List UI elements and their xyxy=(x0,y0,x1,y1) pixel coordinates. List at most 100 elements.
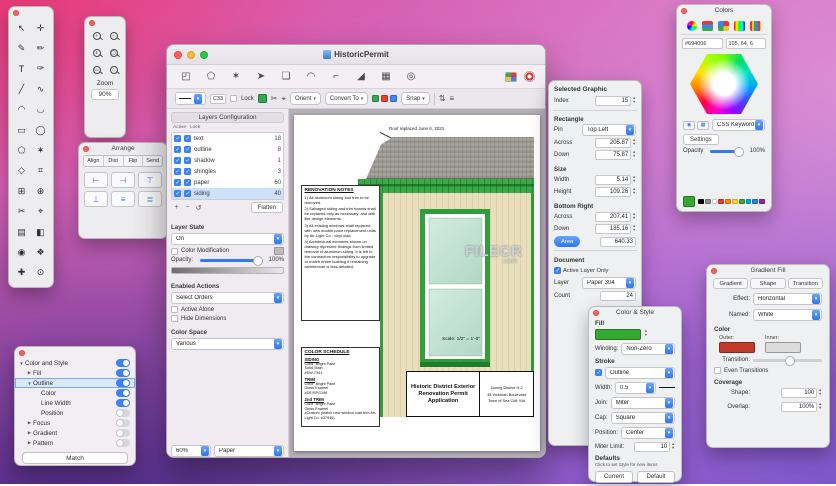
layer-row[interactable]: siding 40 xyxy=(172,188,283,199)
fill-color-chip[interactable] xyxy=(257,94,267,103)
disclosure-triangle-icon[interactable]: ▼ xyxy=(18,361,25,366)
toolbar-icon-button[interactable]: ⌖ xyxy=(281,94,286,104)
match-row[interactable]: ▶ Fill xyxy=(15,368,135,378)
toolbar-tool-button[interactable]: ◎ xyxy=(402,68,420,85)
rgb-field[interactable]: 105, 64, 6 xyxy=(725,38,766,49)
even-transitions-checkbox[interactable] xyxy=(714,367,721,374)
hide-dimensions-checkbox[interactable] xyxy=(171,315,178,322)
layer-action-icon[interactable]: + xyxy=(172,204,181,212)
color-sliders-icon[interactable] xyxy=(702,21,713,31)
layer-active-checkbox[interactable] xyxy=(174,135,181,142)
stroke-style-dropdown[interactable]: ▾ xyxy=(175,92,206,105)
toolbar-icon-button[interactable]: ⇅ xyxy=(439,94,446,103)
stepper[interactable]: ▲ ▼ xyxy=(818,402,822,411)
opacity-slider[interactable] xyxy=(200,256,263,266)
transition-slider[interactable] xyxy=(753,356,822,366)
align-button[interactable]: ≣ xyxy=(138,191,162,207)
color-chip[interactable] xyxy=(372,95,380,102)
toolbar-tool-button[interactable]: ⌐ xyxy=(327,68,345,85)
default-button[interactable]: Default xyxy=(637,470,675,483)
layer-row[interactable]: shingles 3 xyxy=(172,166,283,177)
tool-button[interactable]: ⬠ xyxy=(12,140,31,160)
outline-dropdown[interactable]: Outline ▾ xyxy=(605,366,675,379)
toolbar-tool-button[interactable]: ◠ xyxy=(302,68,320,85)
color-palette-icon[interactable] xyxy=(718,21,729,31)
disclosure-triangle-icon[interactable]: ▶ xyxy=(26,420,33,426)
active-layer-only-checkbox[interactable] xyxy=(554,267,561,275)
tool-button[interactable]: ∿ xyxy=(31,79,50,99)
disclosure-triangle-icon[interactable]: ▶ xyxy=(26,440,33,446)
current-color-swatch[interactable] xyxy=(683,196,696,207)
layer-lock-checkbox[interactable] xyxy=(184,190,191,197)
align-button[interactable]: ⊢ xyxy=(84,172,108,188)
zoom-tool-button[interactable]: + xyxy=(88,28,105,43)
index-value[interactable]: 15 xyxy=(595,96,632,107)
tool-button[interactable]: ◉ xyxy=(12,242,31,262)
match-toggle[interactable] xyxy=(116,399,130,407)
align-button[interactable]: ⊣ xyxy=(111,172,135,188)
color-grid-icon[interactable] xyxy=(505,71,517,82)
tool-button[interactable]: ◡ xyxy=(31,100,50,120)
color-swatch[interactable] xyxy=(725,198,732,205)
close-button[interactable] xyxy=(174,50,182,59)
named-dropdown[interactable]: White ▾ xyxy=(753,309,822,321)
lock-checkbox[interactable] xyxy=(230,95,238,102)
color-swatch[interactable] xyxy=(718,198,725,205)
orient-dropdown[interactable]: Orient ▾ xyxy=(290,92,321,105)
tool-button[interactable]: ◯ xyxy=(31,120,50,140)
match-row[interactable]: ▼ Outline xyxy=(15,378,135,388)
color-hexagon-picker[interactable] xyxy=(690,54,758,114)
tool-button[interactable]: ↖ xyxy=(12,18,31,38)
layer-lock-checkbox[interactable] xyxy=(184,179,191,186)
tool-button[interactable]: ✚ xyxy=(12,263,31,283)
match-button[interactable]: Match xyxy=(22,452,128,464)
view-mode-dropdown[interactable]: Paper ▾ xyxy=(214,445,284,457)
toolbar-tool-button[interactable]: ▦ xyxy=(377,68,395,85)
color-chip[interactable] xyxy=(390,95,398,102)
fill-color-swatch[interactable] xyxy=(595,328,641,340)
layer-active-checkbox[interactable] xyxy=(174,190,181,197)
css-keyword-dropdown[interactable]: CSS Keyword ▾ xyxy=(712,119,765,131)
layer-action-icon[interactable]: − xyxy=(183,204,192,212)
style-code-box[interactable]: C33 xyxy=(210,93,227,104)
gradient-tab[interactable]: Transition xyxy=(787,278,823,289)
stepper[interactable]: ▲ ▼ xyxy=(632,151,636,159)
layer-lock-checkbox[interactable] xyxy=(184,168,191,175)
toolbar-icon-button[interactable]: ≡ xyxy=(450,94,455,103)
flatten-button[interactable]: Flatten xyxy=(250,202,283,213)
gradient-tab[interactable]: Gradient xyxy=(713,278,749,289)
zoom-tool-button[interactable]: ◯ xyxy=(105,45,122,60)
stepper[interactable]: ▲ ▼ xyxy=(671,442,675,451)
tool-button[interactable]: ❖ xyxy=(31,242,50,262)
height-value[interactable]: 109.26 xyxy=(595,187,632,198)
zoom-button[interactable] xyxy=(200,50,208,59)
match-toggle[interactable] xyxy=(116,389,130,397)
current-button[interactable]: Current xyxy=(595,470,633,483)
stepper[interactable]: ▲ ▼ xyxy=(632,138,636,147)
toolbar-tool-button[interactable]: ➤ xyxy=(252,68,270,85)
stepper[interactable]: ▲ ▼ xyxy=(632,225,636,233)
arrange-tab[interactable]: Flip xyxy=(123,156,144,166)
position-dropdown[interactable]: Center ▾ xyxy=(621,426,675,439)
layer-state-dropdown[interactable]: On ▾ xyxy=(171,233,284,245)
stepper[interactable]: ▲ ▼ xyxy=(644,329,648,338)
layer-lock-checkbox[interactable] xyxy=(184,135,191,142)
minimize-button[interactable] xyxy=(187,50,195,59)
disclosure-triangle-icon[interactable]: ▶ xyxy=(26,370,33,376)
cap-dropdown[interactable]: Square ▾ xyxy=(610,411,675,424)
tool-button[interactable]: ⊞ xyxy=(12,181,31,201)
tool-button[interactable]: ◠ xyxy=(12,100,31,120)
miter-limit-value[interactable]: 10 xyxy=(634,441,671,452)
tool-button[interactable]: ▤ xyxy=(12,222,31,242)
arrange-tab[interactable]: Align xyxy=(84,156,104,166)
tool-button[interactable]: ◇ xyxy=(12,161,31,181)
outer-color-swatch[interactable] xyxy=(719,342,755,353)
tool-button[interactable]: ✂ xyxy=(12,202,31,222)
overlap-value[interactable]: 100% xyxy=(781,402,818,412)
winding-dropdown[interactable]: Non-Zero ▾ xyxy=(621,342,675,355)
color-swatch[interactable] xyxy=(738,198,745,205)
align-button[interactable]: ⊤ xyxy=(138,172,162,188)
arrange-tab[interactable]: Send xyxy=(143,156,162,166)
disclosure-triangle-icon[interactable]: ▶ xyxy=(26,430,33,436)
tool-button[interactable]: ⌗ xyxy=(31,161,50,181)
